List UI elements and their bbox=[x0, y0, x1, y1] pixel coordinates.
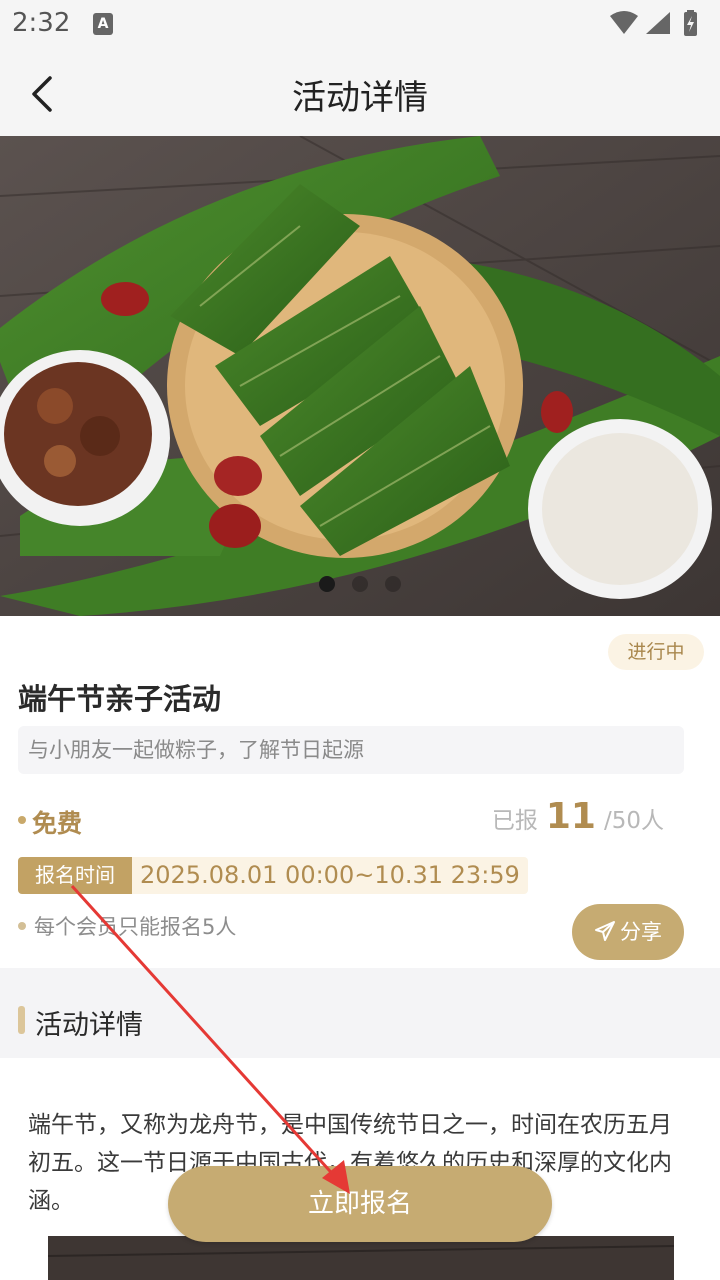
send-icon bbox=[595, 921, 615, 941]
section-accent-bar bbox=[18, 1006, 25, 1034]
member-limit-note: 每个会员只能报名5人 bbox=[34, 915, 237, 939]
registration-count: 已报 11/50人 bbox=[492, 796, 664, 846]
carousel-indicator bbox=[0, 576, 720, 596]
section-header: 活动详情 bbox=[0, 968, 720, 1058]
carousel-dot-active[interactable] bbox=[318, 576, 335, 592]
status-bar: 2:32 A bbox=[0, 0, 720, 50]
wifi-icon bbox=[610, 11, 638, 34]
status-icons bbox=[610, 10, 697, 36]
activity-subtitle: 与小朋友一起做粽子，了解节日起源 bbox=[18, 726, 684, 774]
share-button[interactable]: 分享 bbox=[572, 904, 684, 960]
app-header: 活动详情 bbox=[0, 50, 720, 136]
signup-time-range: 2025.08.01 00:00~10.31 23:59 bbox=[132, 857, 528, 894]
bullet-dot bbox=[18, 816, 26, 824]
registered-count: 11 bbox=[545, 796, 596, 837]
signal-icon bbox=[646, 12, 670, 34]
notification-icon: A bbox=[93, 13, 113, 35]
status-badge: 进行中 bbox=[608, 634, 704, 670]
section-title: 活动详情 bbox=[35, 1010, 143, 1041]
signup-button[interactable]: 立即报名 bbox=[168, 1166, 552, 1242]
detail-image bbox=[48, 1236, 674, 1280]
price-label: 免费 bbox=[32, 809, 83, 838]
bullet-dot bbox=[18, 922, 26, 930]
activity-title: 端午节亲子活动 bbox=[18, 682, 222, 716]
status-time: 2:32 bbox=[12, 8, 71, 38]
zongzi-banner-image bbox=[0, 136, 720, 616]
registered-label: 已报 bbox=[491, 808, 538, 834]
carousel-dot[interactable] bbox=[385, 576, 402, 592]
signup-time-label: 报名时间 bbox=[18, 857, 132, 894]
carousel-dot[interactable] bbox=[352, 576, 368, 592]
banner-carousel[interactable] bbox=[0, 136, 720, 616]
page-title: 活动详情 bbox=[292, 78, 428, 118]
capacity-label: /50人 bbox=[603, 808, 664, 834]
detail-image-graphic bbox=[48, 1236, 674, 1280]
share-label: 分享 bbox=[620, 920, 662, 944]
